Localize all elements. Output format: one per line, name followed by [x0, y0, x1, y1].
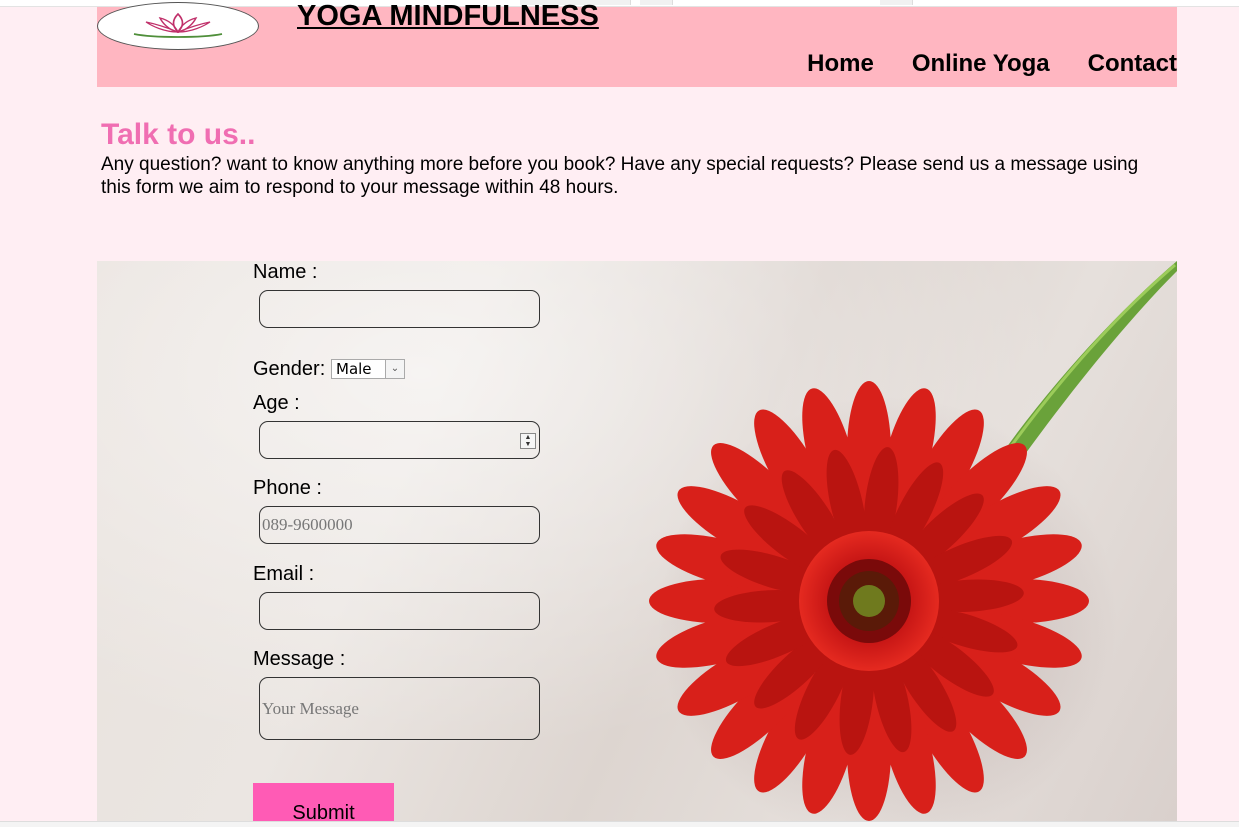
phone-field[interactable]: 089-9600000 — [259, 506, 540, 544]
phone-label: Phone : — [253, 477, 322, 499]
number-spinner-icon[interactable]: ▲ ▼ — [520, 433, 536, 449]
message-label: Message : — [253, 648, 346, 670]
email-label: Email : — [253, 563, 315, 585]
browser-tab[interactable] — [880, 0, 913, 5]
message-textarea[interactable]: Your Message — [259, 677, 540, 740]
contact-heading: Talk to us.. — [101, 118, 256, 151]
site-header: YOGA MINDFULNESS Home Online Yoga Contac… — [97, 0, 1177, 87]
submit-button[interactable]: Submit — [253, 783, 394, 821]
phone-placeholder: 089-9600000 — [262, 515, 353, 534]
site-logo[interactable] — [97, 2, 259, 50]
nav-online-yoga[interactable]: Online Yoga — [912, 50, 1050, 78]
nav-contact[interactable]: Contact — [1088, 50, 1177, 78]
main-nav: Home Online Yoga Contact — [769, 50, 1177, 78]
age-label: Age : — [253, 392, 300, 414]
email-field[interactable] — [259, 592, 540, 630]
name-label: Name : — [253, 261, 318, 283]
site-title[interactable]: YOGA MINDFULNESS — [297, 0, 599, 33]
contact-intro: Any question? want to know anything more… — [101, 154, 1139, 198]
lotus-icon — [133, 12, 223, 38]
gender-select-value: Male — [336, 360, 372, 378]
age-field[interactable]: ▲ ▼ — [259, 421, 540, 459]
red-gerbera-flower-image — [649, 261, 1177, 821]
name-field[interactable] — [259, 290, 540, 328]
contact-form-panel: Name : Gender: Male ⌄ Age : ▲ ▼ Phone : 0… — [97, 261, 1177, 821]
gender-label: Gender: — [253, 358, 326, 380]
nav-home[interactable]: Home — [807, 50, 874, 78]
browser-bottom-strip — [0, 821, 1239, 827]
browser-tab[interactable] — [640, 0, 673, 5]
gender-select[interactable]: Male ⌄ — [331, 359, 405, 379]
chevron-down-icon[interactable]: ⌄ — [385, 360, 404, 378]
message-placeholder: Your Message — [262, 698, 359, 718]
